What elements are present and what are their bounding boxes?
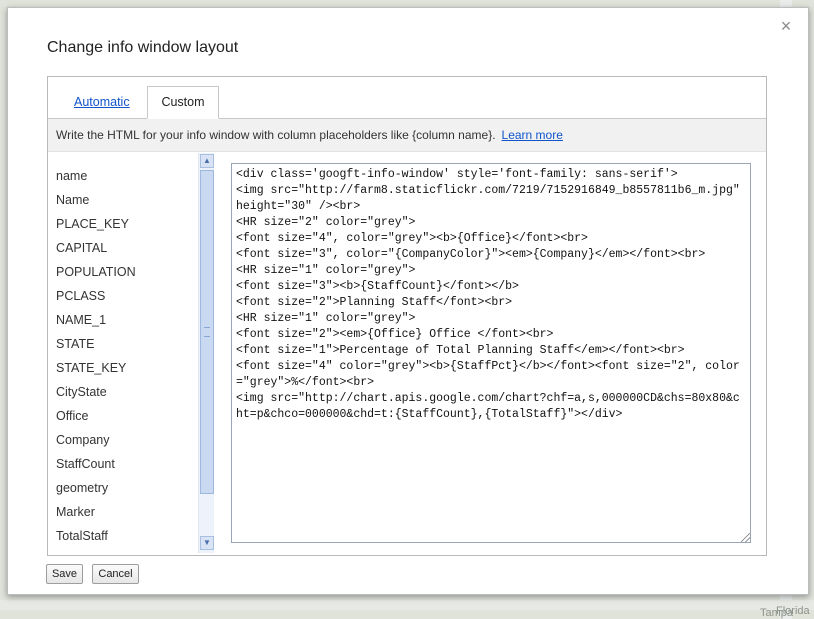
column-item[interactable]: PCLASS [56, 289, 105, 303]
tab-automatic[interactable]: Automatic [74, 95, 130, 109]
column-item[interactable]: Office [56, 409, 88, 423]
resize-grip-icon[interactable] [741, 533, 750, 542]
column-list[interactable]: name Name PLACE_KEY CAPITAL POPULATION PCLASS… [48, 153, 214, 553]
map-label-florida: Florida [776, 605, 810, 617]
tab-bar: Automatic Custom [48, 77, 766, 119]
column-item[interactable]: geometry [56, 481, 108, 495]
tab-custom[interactable]: Custom [147, 86, 219, 119]
learn-more-link[interactable]: Learn more [502, 128, 563, 142]
grip-icon [204, 327, 210, 337]
map-road [0, 600, 814, 610]
dialog-title: Change info window layout [47, 39, 239, 56]
close-icon[interactable]: × [776, 16, 796, 36]
column-item[interactable]: name [56, 169, 87, 183]
layout-panel: Automatic Custom Write the HTML for your… [47, 76, 767, 556]
scrollbar-thumb[interactable] [200, 170, 214, 494]
column-item[interactable]: CityState [56, 385, 107, 399]
column-item[interactable]: STATE [56, 337, 94, 351]
column-item[interactable]: Name [56, 193, 89, 207]
column-item[interactable]: STATE_KEY [56, 361, 126, 375]
cancel-button[interactable]: Cancel [92, 564, 139, 584]
column-item[interactable]: POPULATION [56, 265, 136, 279]
instructions-bar: Write the HTML for your info window with… [48, 119, 766, 152]
column-item[interactable]: NAME_1 [56, 313, 106, 327]
column-item[interactable]: CAPITAL [56, 241, 107, 255]
column-item[interactable]: TotalStaff [56, 529, 108, 543]
column-item[interactable]: Marker [56, 505, 95, 519]
scroll-down-icon[interactable]: ▼ [200, 536, 214, 550]
instructions-text: Write the HTML for your info window with… [56, 128, 496, 142]
save-button[interactable]: Save [46, 564, 83, 584]
column-item[interactable]: StaffCount [56, 457, 115, 471]
scroll-up-icon[interactable]: ▲ [200, 154, 214, 168]
column-item[interactable]: Company [56, 433, 110, 447]
info-window-layout-dialog: × Change info window layout Automatic Cu… [7, 7, 809, 595]
html-template-editor[interactable]: <div class='googft-info-window' style='f… [231, 163, 751, 543]
column-list-scrollbar[interactable]: ▲ ▼ [198, 153, 214, 553]
column-item[interactable]: PLACE_KEY [56, 217, 129, 231]
